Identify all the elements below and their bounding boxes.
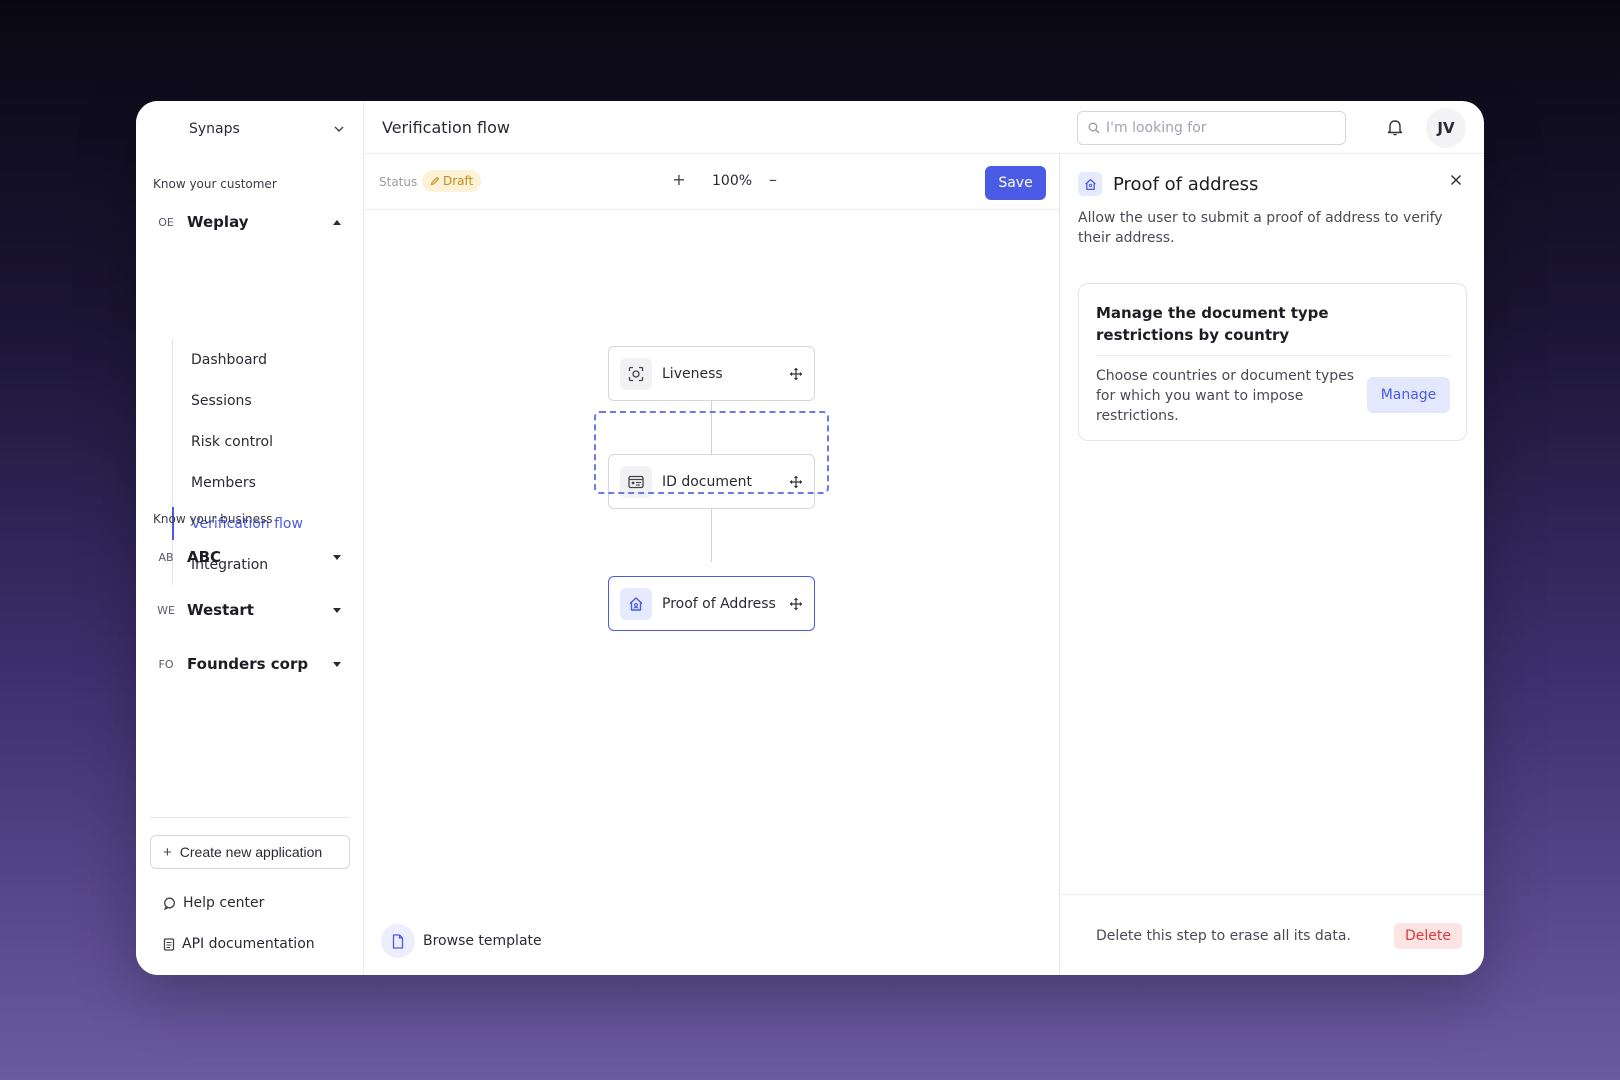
- nav-risk-control[interactable]: Risk control: [173, 421, 352, 462]
- panel-title: Proof of address: [1113, 173, 1259, 195]
- close-icon[interactable]: [1450, 174, 1462, 186]
- app-name: Founders corp: [187, 655, 309, 673]
- restrictions-card: Manage the document type restrictions by…: [1078, 283, 1467, 441]
- zoom-out-button[interactable]: –: [764, 170, 782, 189]
- org-name: Synaps: [189, 121, 240, 137]
- flow-canvas: Status Draft + 100% – Save Liveness ID d…: [364, 154, 1059, 975]
- card-title: Manage the document type restrictions by…: [1096, 304, 1329, 344]
- pencil-icon: [430, 176, 440, 186]
- app-name: Weplay: [187, 213, 249, 231]
- chevron-down-icon: [334, 126, 344, 132]
- drag-handle-icon[interactable]: [790, 597, 802, 610]
- selection-frame: [594, 411, 829, 494]
- app-name: ABC: [187, 548, 222, 566]
- top-bar: Verification flow JV: [364, 101, 1484, 154]
- zoom-level: 100%: [712, 173, 753, 189]
- caret-up-icon: [333, 219, 341, 225]
- card-divider: [1096, 355, 1450, 356]
- app-row-weplay[interactable]: OE Weplay: [153, 206, 345, 238]
- app-abbr: OE: [158, 215, 174, 229]
- nav-members[interactable]: Members: [173, 462, 352, 503]
- caret-down-icon: [333, 661, 341, 667]
- app-abbr: WE: [157, 603, 175, 617]
- card-text: Choose countries or document types for w…: [1096, 368, 1355, 424]
- app-abbr: FO: [158, 657, 174, 671]
- page-title: Verification flow: [382, 118, 510, 137]
- nav-sessions[interactable]: Sessions: [173, 380, 352, 421]
- status-label: Status: [379, 175, 418, 189]
- org-switcher[interactable]: Synaps: [136, 101, 364, 157]
- panel-footer: Delete this step to erase all its data. …: [1060, 894, 1484, 975]
- delete-hint: Delete this step to erase all its data.: [1096, 928, 1351, 944]
- app-row-westart[interactable]: WE Westart: [153, 594, 345, 626]
- api-documentation-label: API documentation: [182, 936, 315, 952]
- bell-icon[interactable]: [1387, 118, 1403, 136]
- create-application-label: Create new application: [179, 844, 323, 860]
- help-center-label: Help center: [183, 895, 265, 911]
- step-details-panel: Proof of address Allow the user to submi…: [1059, 154, 1484, 975]
- nav-dashboard[interactable]: Dashboard: [173, 339, 352, 380]
- chat-icon: [163, 897, 175, 910]
- sidebar: Synaps Know your customer OE Weplay Dash…: [136, 101, 364, 975]
- app-window: Synaps Know your customer OE Weplay Dash…: [136, 101, 1484, 975]
- browse-template-label: Browse template: [423, 933, 542, 949]
- user-avatar[interactable]: JV: [1426, 108, 1466, 148]
- step-label: Proof of Address: [662, 595, 776, 612]
- browse-template-button[interactable]: Browse template: [381, 924, 542, 958]
- create-application-button[interactable]: + Create new application: [150, 835, 350, 869]
- caret-down-icon: [333, 607, 341, 613]
- liveness-icon: [620, 357, 652, 390]
- drag-handle-icon[interactable]: [790, 367, 802, 380]
- zoom-in-button[interactable]: +: [670, 170, 688, 189]
- sidebar-divider: [150, 817, 350, 818]
- search-icon: [1088, 122, 1100, 134]
- search-input[interactable]: [1106, 120, 1326, 136]
- app-abbr: AB: [158, 550, 174, 564]
- app-row-abc[interactable]: AB ABC: [153, 541, 345, 573]
- kyb-section-label: Know your business: [153, 512, 273, 526]
- status-badge: Draft: [422, 170, 482, 192]
- delete-button[interactable]: Delete: [1394, 923, 1462, 949]
- save-button[interactable]: Save: [985, 166, 1046, 200]
- flow-step-proof-of-address[interactable]: Proof of Address: [608, 576, 815, 631]
- api-documentation-link[interactable]: API documentation: [163, 932, 315, 956]
- step-label: Liveness: [662, 365, 723, 382]
- kyc-section-label: Know your customer: [153, 177, 277, 191]
- canvas-toolbar: Status Draft + 100% – Save: [364, 154, 1059, 210]
- status-value: Draft: [443, 174, 474, 188]
- app-name: Westart: [187, 601, 254, 619]
- help-center-link[interactable]: Help center: [163, 891, 264, 915]
- plus-icon: +: [163, 843, 172, 861]
- caret-down-icon: [333, 554, 341, 560]
- document-icon: [163, 937, 175, 951]
- panel-description: Allow the user to submit a proof of addr…: [1078, 210, 1443, 246]
- home-icon: [620, 587, 652, 620]
- app-row-founders-corp[interactable]: FO Founders corp: [153, 648, 345, 680]
- home-icon: [1078, 172, 1102, 196]
- manage-button[interactable]: Manage: [1367, 377, 1450, 413]
- panel-header: Proof of address: [1078, 172, 1258, 196]
- search-box[interactable]: [1077, 111, 1346, 145]
- file-icon: [381, 924, 415, 958]
- flow-connector: [711, 509, 712, 562]
- flow-step-liveness[interactable]: Liveness: [608, 346, 815, 401]
